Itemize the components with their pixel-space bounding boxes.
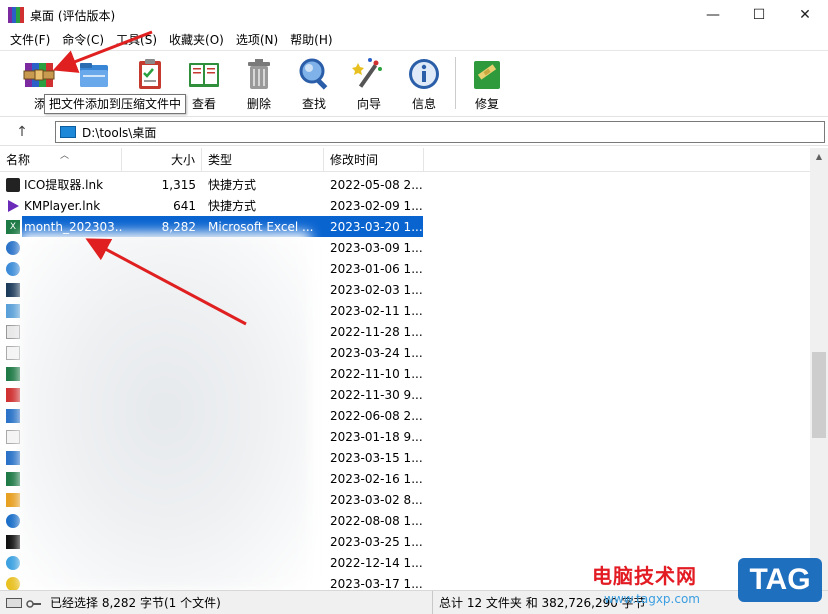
file-icon [6, 492, 20, 507]
trash-can-icon [242, 57, 276, 91]
menu-help[interactable]: 帮助(H) [284, 30, 338, 50]
table-row[interactable]: KMPlayer.lnk 641 快捷方式 2023-02-09 1... [0, 195, 810, 216]
file-icon [6, 450, 20, 465]
repair-label: 修复 [474, 97, 499, 111]
file-icon [6, 387, 20, 402]
file-icon [6, 534, 20, 549]
repair-button[interactable]: 修复 [459, 55, 515, 111]
archive-books-icon [23, 57, 57, 91]
find-button[interactable]: 查找 [286, 55, 342, 111]
toolbar-separator [455, 57, 456, 109]
up-folder-button[interactable]: ↑ [12, 122, 32, 142]
clipboard-check-icon [133, 57, 167, 91]
table-row[interactable]: ICO提取器.lnk 1,315 快捷方式 2022-05-08 2... [0, 174, 810, 195]
maximize-button[interactable]: ☐ [736, 0, 782, 30]
menu-tools[interactable]: 工具(S) [110, 30, 163, 50]
repair-first-aid-icon [470, 57, 504, 91]
title-bar: 桌面 (评估版本) — ☐ ✕ [0, 0, 828, 30]
file-icon [6, 471, 20, 486]
file-icon [6, 282, 20, 297]
scroll-thumb[interactable] [812, 352, 826, 438]
winrar-app-icon [8, 7, 24, 23]
find-label: 查找 [301, 97, 326, 111]
key-icon [26, 598, 42, 608]
folder-icon [77, 57, 111, 91]
info-icon [407, 57, 441, 91]
close-button[interactable]: ✕ [782, 0, 828, 30]
magic-wand-icon [352, 57, 386, 91]
column-type[interactable]: 类型 [202, 148, 324, 172]
file-icon [6, 324, 20, 339]
blurred-region [20, 232, 310, 590]
scroll-up-icon[interactable]: ▲ [810, 148, 828, 165]
file-icon [6, 303, 20, 318]
watermark-tag-logo: TAG [738, 558, 822, 602]
delete-label: 删除 [246, 97, 271, 111]
minimize-button[interactable]: — [690, 0, 736, 30]
wizard-button[interactable]: 向导 [341, 55, 397, 111]
wizard-label: 向导 [356, 97, 381, 111]
file-icon [6, 261, 20, 276]
add-tooltip: 把文件添加到压缩文件中 [44, 94, 187, 114]
file-icon [6, 366, 20, 381]
magnifier-icon [297, 57, 331, 91]
menu-bar: 文件(F) 命令(C) 工具(S) 收藏夹(O) 选项(N) 帮助(H) [0, 30, 828, 50]
info-button[interactable]: 信息 [396, 55, 452, 111]
file-icon [6, 345, 20, 360]
status-bar: 已经选择 8,282 字节(1 个文件) 总计 12 文件夹 和 382,726… [0, 590, 828, 614]
watermark-text: 电脑技术网 [592, 564, 697, 588]
open-book-icon [187, 57, 221, 91]
info-label: 信息 [411, 97, 436, 111]
menu-options[interactable]: 选项(N) [230, 30, 284, 50]
sort-up-icon: ︿ [60, 151, 70, 161]
path-text: D:\tools\桌面 [82, 125, 157, 140]
column-modified[interactable]: 修改时间 [324, 148, 424, 172]
file-icon [6, 429, 20, 444]
path-input[interactable]: D:\tools\桌面 [55, 121, 825, 143]
column-name[interactable]: 名称 ︿ [0, 148, 122, 172]
menu-commands[interactable]: 命令(C) [56, 30, 110, 50]
file-icon [6, 513, 20, 528]
desktop-icon [60, 126, 76, 138]
file-icon [6, 576, 20, 590]
menu-favorites[interactable]: 收藏夹(O) [163, 30, 230, 50]
file-icon [6, 240, 20, 255]
file-list-header: 名称 ︿ 大小 类型 修改时间 [0, 148, 810, 172]
watermark-url: www.tagxp.com [604, 592, 700, 606]
file-icon [6, 408, 20, 423]
file-list: 名称 ︿ 大小 类型 修改时间 ICO提取器.lnk 1,315 快捷方式 20… [0, 148, 828, 590]
status-selection: 已经选择 8,282 字节(1 个文件) [50, 596, 221, 610]
delete-button[interactable]: 删除 [231, 55, 287, 111]
menu-file[interactable]: 文件(F) [4, 30, 56, 50]
address-bar: ↑ D:\tools\桌面 [0, 116, 828, 146]
window-title: 桌面 (评估版本) [30, 8, 116, 23]
shortcut-app-icon [6, 177, 20, 192]
column-size[interactable]: 大小 [122, 148, 202, 172]
window-controls: — ☐ ✕ [690, 0, 828, 30]
drive-icon [6, 597, 22, 608]
file-icon [6, 555, 20, 570]
vertical-scrollbar[interactable]: ▲ ▼ [810, 148, 828, 590]
view-label: 查看 [191, 97, 216, 111]
excel-file-icon: X [6, 219, 20, 234]
kmplayer-icon [6, 199, 20, 213]
